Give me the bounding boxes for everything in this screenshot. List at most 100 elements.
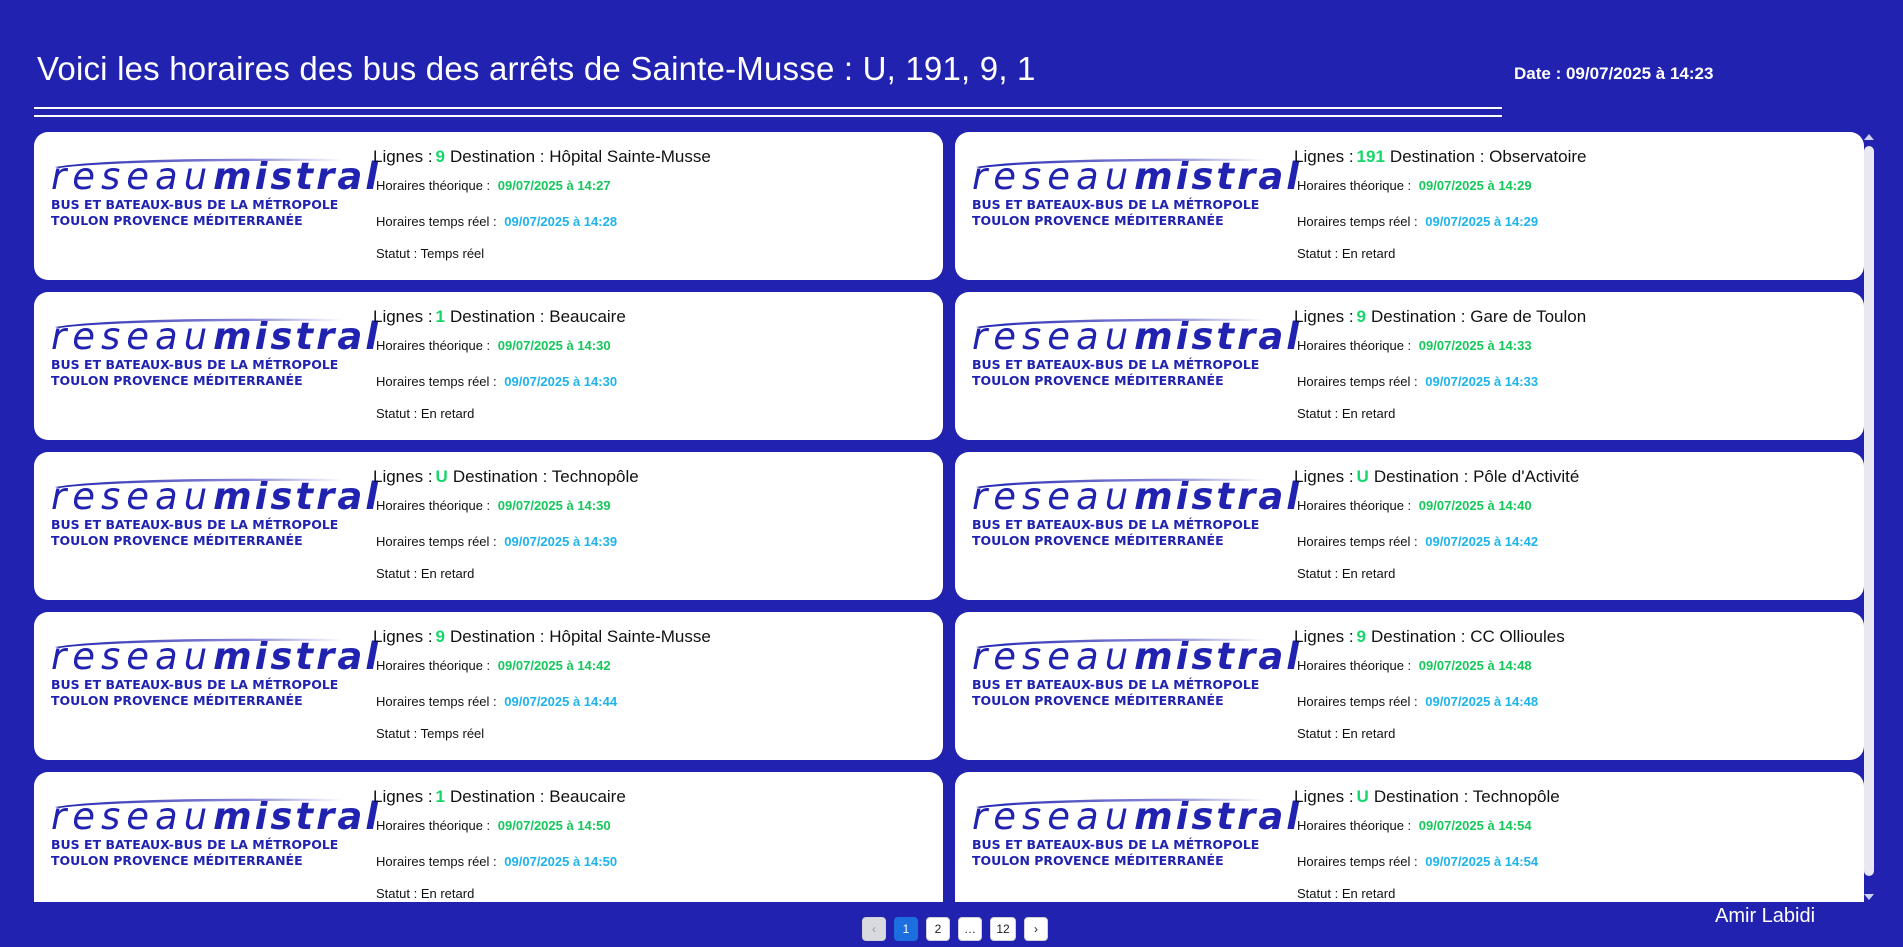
schedule-info: Lignes :1 Destination : Beaucaire Horaire… xyxy=(373,305,626,421)
status-label: Statut : xyxy=(1297,886,1339,901)
realtime-label: Horaires temps réel : xyxy=(1297,214,1418,229)
schedule-info: Lignes :9 Destination : Hôpital Sainte-Mu… xyxy=(373,145,711,261)
status-value: En retard xyxy=(420,566,475,581)
logo-swoosh-icon xyxy=(976,478,1264,488)
theoretical-time-row: Horaires théorique : 09/07/2025 à 14:27 xyxy=(376,178,611,193)
theoretical-time: 09/07/2025 à 14:39 xyxy=(497,498,611,513)
lignes-label: Lignes : xyxy=(373,787,433,806)
schedule-info: Lignes :9 Destination : Hôpital Sainte-Mu… xyxy=(373,625,711,741)
schedule-card: reseaumistral BUS ET BATEAUX-BUS DE LA M… xyxy=(34,612,943,760)
status-value: Temps réel xyxy=(420,726,485,741)
vertical-scrollbar[interactable] xyxy=(1863,132,1875,902)
logo-subtitle-2: TOULON PROVENCE MÉDITERRANÉE xyxy=(972,533,1224,548)
status-row: Statut : En retard xyxy=(376,406,474,421)
destination-value: Technopôle xyxy=(551,467,639,486)
realtime-label: Horaires temps réel : xyxy=(1297,534,1418,549)
page-button-2[interactable]: 2 xyxy=(926,917,950,941)
line-heading: Lignes : U Destination : Technopôle xyxy=(373,465,639,489)
status-value: En retard xyxy=(1341,886,1396,901)
theoretical-label: Horaires théorique : xyxy=(376,818,491,833)
scroll-up-icon[interactable] xyxy=(1864,134,1874,140)
prev-page-button[interactable]: ‹ xyxy=(862,917,886,941)
line-number: 9 xyxy=(1356,307,1367,326)
line-heading: Lignes :9 Destination : Hôpital Sainte-Mu… xyxy=(373,625,711,649)
reseau-mistral-logo: reseaumistral BUS ET BATEAUX-BUS DE LA M… xyxy=(972,637,1299,709)
line-heading: Lignes :191 Destination : Observatoire xyxy=(1294,145,1586,169)
scroll-thumb[interactable] xyxy=(1864,146,1874,876)
destination-label: Destination : xyxy=(1371,307,1466,326)
status-label: Statut : xyxy=(1297,566,1339,581)
lignes-label: Lignes : xyxy=(373,307,433,326)
reseau-mistral-logo: reseaumistral BUS ET BATEAUX-BUS DE LA M… xyxy=(51,157,378,229)
line-heading: Lignes :9 Destination : CC Ollioules xyxy=(1294,625,1565,649)
destination-value: Technopôle xyxy=(1472,787,1560,806)
theoretical-label: Horaires théorique : xyxy=(1297,498,1412,513)
schedule-info: Lignes :9 Destination : Gare de Toulon Ho… xyxy=(1294,305,1586,421)
realtime-time: 09/07/2025 à 14:30 xyxy=(504,374,618,389)
status-row: Statut : En retard xyxy=(1297,566,1395,581)
realtime-row: Horaires temps réel : 09/07/2025 à 14:50 xyxy=(376,854,617,869)
realtime-label: Horaires temps réel : xyxy=(376,854,497,869)
page-button-1[interactable]: 1 xyxy=(894,917,918,941)
status-label: Statut : xyxy=(376,246,418,261)
theoretical-label: Horaires théorique : xyxy=(1297,178,1412,193)
reseau-mistral-logo: reseaumistral BUS ET BATEAUX-BUS DE LA M… xyxy=(972,477,1299,549)
destination-label: Destination : xyxy=(450,787,545,806)
logo-swoosh-icon xyxy=(976,318,1264,328)
status-value: En retard xyxy=(1341,566,1396,581)
logo-subtitle-1: BUS ET BATEAUX-BUS DE LA MÉTROPOLE xyxy=(972,517,1260,532)
theoretical-label: Horaires théorique : xyxy=(376,658,491,673)
theoretical-time-row: Horaires théorique : 09/07/2025 à 14:30 xyxy=(376,338,611,353)
schedule-info: Lignes :1 Destination : Beaucaire Horaire… xyxy=(373,785,626,901)
schedule-list[interactable]: reseaumistral BUS ET BATEAUX-BUS DE LA M… xyxy=(34,132,1880,902)
realtime-time: 09/07/2025 à 14:33 xyxy=(1425,374,1539,389)
destination-label: Destination : xyxy=(1389,147,1485,166)
status-row: Statut : En retard xyxy=(1297,886,1395,901)
logo-swoosh-icon xyxy=(55,478,343,488)
realtime-time: 09/07/2025 à 14:48 xyxy=(1425,694,1539,709)
theoretical-time: 09/07/2025 à 14:50 xyxy=(497,818,611,833)
schedule-card: reseaumistral BUS ET BATEAUX-BUS DE LA M… xyxy=(955,452,1864,600)
realtime-row: Horaires temps réel : 09/07/2025 à 14:54 xyxy=(1297,854,1538,869)
status-row: Statut : En retard xyxy=(376,886,474,901)
line-heading: Lignes : U Destination : Technopôle xyxy=(1294,785,1560,809)
schedule-card: reseaumistral BUS ET BATEAUX-BUS DE LA M… xyxy=(34,292,943,440)
theoretical-time-row: Horaires théorique : 09/07/2025 à 14:50 xyxy=(376,818,611,833)
realtime-row: Horaires temps réel : 09/07/2025 à 14:48 xyxy=(1297,694,1538,709)
page-button-12[interactable]: 12 xyxy=(990,917,1016,941)
scroll-down-icon[interactable] xyxy=(1864,894,1874,900)
logo-swoosh-icon xyxy=(976,158,1264,168)
line-number: 9 xyxy=(1356,627,1367,646)
theoretical-label: Horaires théorique : xyxy=(1297,658,1412,673)
destination-label: Destination : xyxy=(1373,787,1469,806)
theoretical-time: 09/07/2025 à 14:42 xyxy=(497,658,611,673)
realtime-label: Horaires temps réel : xyxy=(376,374,497,389)
logo-swoosh-icon xyxy=(55,158,343,168)
status-row: Statut : En retard xyxy=(376,566,474,581)
realtime-time: 09/07/2025 à 14:29 xyxy=(1425,214,1539,229)
status-label: Statut : xyxy=(376,886,418,901)
theoretical-time-row: Horaires théorique : 09/07/2025 à 14:39 xyxy=(376,498,611,513)
destination-label: Destination : xyxy=(450,627,545,646)
realtime-row: Horaires temps réel : 09/07/2025 à 14:33 xyxy=(1297,374,1538,389)
pagination: ‹ 1 2 … 12 › xyxy=(862,917,1048,941)
theoretical-time: 09/07/2025 à 14:29 xyxy=(1418,178,1532,193)
line-number: 1 xyxy=(435,307,446,326)
line-number: 1 xyxy=(435,787,446,806)
status-value: En retard xyxy=(1341,246,1396,261)
line-number: 9 xyxy=(435,147,446,166)
realtime-time: 09/07/2025 à 14:54 xyxy=(1425,854,1539,869)
destination-value: Beaucaire xyxy=(549,787,626,806)
realtime-label: Horaires temps réel : xyxy=(1297,854,1418,869)
schedule-info: Lignes :191 Destination : Observatoire Ho… xyxy=(1294,145,1586,261)
next-page-button[interactable]: › xyxy=(1024,917,1048,941)
page-ellipsis-button[interactable]: … xyxy=(958,917,982,941)
line-number: U xyxy=(435,467,448,486)
logo-subtitle-1: BUS ET BATEAUX-BUS DE LA MÉTROPOLE xyxy=(972,837,1260,852)
destination-label: Destination : xyxy=(450,147,545,166)
schedule-info: Lignes : U Destination : Technopôle Horair… xyxy=(1294,785,1560,901)
status-value: En retard xyxy=(420,886,475,901)
theoretical-label: Horaires théorique : xyxy=(376,498,491,513)
logo-subtitle-1: BUS ET BATEAUX-BUS DE LA MÉTROPOLE xyxy=(51,197,339,212)
reseau-mistral-logo: reseaumistral BUS ET BATEAUX-BUS DE LA M… xyxy=(51,637,378,709)
